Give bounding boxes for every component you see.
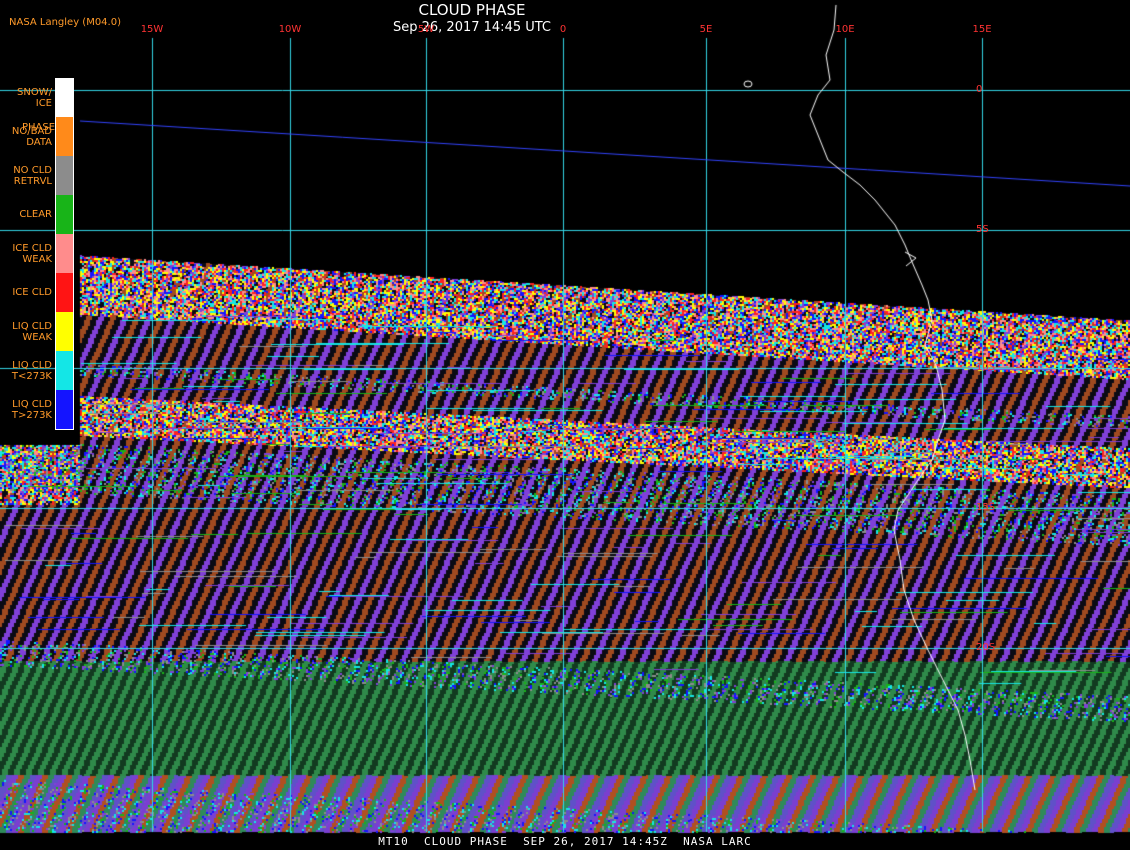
legend-swatch <box>56 234 74 273</box>
lat-label: 0 <box>976 84 983 95</box>
agency-label: NASA Langley (M04.0) <box>9 17 121 28</box>
legend-label: LIQ CLD T>273K <box>11 398 52 421</box>
lon-label: 10E <box>835 24 855 35</box>
legend-label: NO/BAD DATA <box>11 125 52 148</box>
lat-label: 20S <box>976 642 996 653</box>
legend-label: ICE CLD WEAK <box>12 242 52 265</box>
legend-swatch <box>56 78 74 117</box>
lat-label: 10S <box>976 362 996 373</box>
legend-swatch <box>56 195 74 234</box>
lon-label: 15E <box>972 24 992 35</box>
legend-label: LIQ CLD T<273K <box>11 359 52 382</box>
legend-swatch <box>56 117 74 156</box>
legend-label: LIQ CLD WEAK <box>12 320 52 343</box>
lon-label: 10W <box>278 24 302 35</box>
legend-label: NO CLD RETRVL <box>13 164 52 187</box>
legend-swatch <box>56 156 74 195</box>
legend-label: SNOW/ ICE <box>17 86 52 109</box>
legend-swatch <box>56 273 74 312</box>
legend-label: CLEAR <box>19 209 52 220</box>
lat-label: 15S <box>976 502 996 513</box>
lon-label: 5E <box>699 24 713 35</box>
cloud-phase-map <box>0 0 1130 850</box>
map-title: CLOUD PHASE <box>418 1 526 19</box>
lon-label: 0 <box>559 24 567 35</box>
legend-swatch <box>56 390 74 429</box>
lat-label: 5S <box>976 224 989 235</box>
lon-label: 5W <box>417 24 435 35</box>
lon-label: 15W <box>140 24 164 35</box>
legend-swatch <box>56 351 74 390</box>
footer-caption: MT10 CLOUD PHASE SEP 26, 2017 14:45Z NAS… <box>378 835 752 848</box>
legend-swatch <box>56 312 74 351</box>
legend-label: ICE CLD <box>12 287 52 298</box>
